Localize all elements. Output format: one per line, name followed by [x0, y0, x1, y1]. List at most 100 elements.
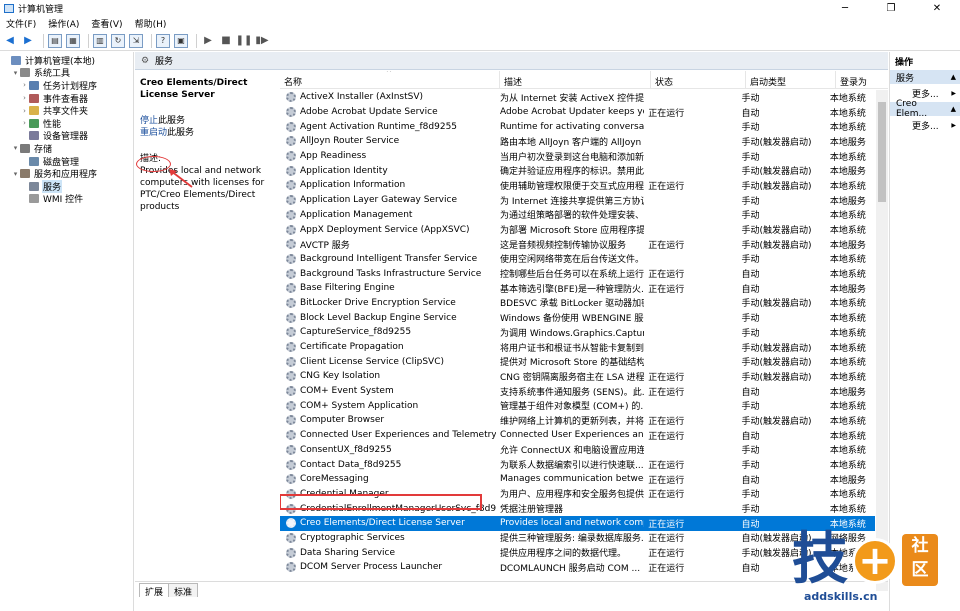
stop-service-link[interactable]: 停止	[140, 116, 158, 126]
service-name: Agent Activation Runtime_f8d9255	[280, 121, 496, 132]
tree-item[interactable]: ▾ 存储	[0, 142, 133, 155]
service-row[interactable]: BitLocker Drive Encryption Service BDESVC…	[280, 296, 875, 311]
service-row[interactable]: CoreMessaging Manages communication betwe…	[280, 472, 875, 487]
service-logon-as: 本地服务	[829, 284, 866, 295]
service-row[interactable]: Contact Data_f8d9255 为联系人数据编索引以进行快速联... 正在…	[280, 457, 875, 472]
menu-help[interactable]: 帮助(H)	[129, 17, 173, 30]
service-row[interactable]: Adobe Acrobat Update Service Adobe Acroba…	[280, 105, 875, 120]
service-row[interactable]: Connected User Experiences and Telemetry…	[280, 428, 875, 443]
service-name-text: Application Information	[300, 180, 406, 191]
service-status: 正在运行	[648, 284, 685, 295]
properties-icon[interactable]: ▥	[93, 33, 107, 48]
close-button[interactable]: ✕	[914, 0, 960, 16]
folder-up-icon[interactable]: ▤	[48, 33, 62, 48]
service-row[interactable]: AVCTP 服务 这是音频视频控制传输协议服务 正在运行 手动(触发器启动) 本地服务	[280, 237, 875, 252]
service-row[interactable]: DCOM Server Process Launcher DCOMLAUNCH 服…	[280, 560, 875, 575]
service-row[interactable]: Application Layer Gateway Service 为 Inter…	[280, 193, 875, 208]
service-row[interactable]: Cryptographic Services 提供三种管理服务: 编录数据库服务.…	[280, 531, 875, 546]
menu-file[interactable]: 文件(F)	[0, 17, 42, 30]
actions-more-1[interactable]: 更多... ▶	[890, 86, 960, 100]
service-row[interactable]: Computer Browser 维护网络上计算机的更新列表，并将... 正在运行 手…	[280, 413, 875, 428]
pause-icon[interactable]: ❚❚	[236, 34, 253, 48]
actions-more-2[interactable]: 更多... ▶	[890, 118, 960, 132]
service-row[interactable]: Client License Service (ClipSVC) 提供对 Micr…	[280, 354, 875, 369]
service-name: Data Sharing Service	[280, 547, 496, 558]
service-name: ConsentUX_f8d9255	[280, 444, 496, 455]
collapsed-arrow-icon[interactable]: ›	[20, 119, 29, 127]
service-row[interactable]: Background Tasks Infrastructure Service 控…	[280, 266, 875, 281]
service-name-text: ConsentUX_f8d9255	[300, 444, 392, 455]
play-icon[interactable]: ▶	[201, 34, 215, 48]
service-row[interactable]: CNG Key Isolation CNG 密钥隔离服务宿主在 LSA 进程...…	[280, 369, 875, 384]
service-row[interactable]: COM+ Event System 支持系统事件通知服务 (SENS)。此... 正…	[280, 384, 875, 399]
service-row[interactable]: Application Information 使用辅助管理权限便于交互式应用程.…	[280, 178, 875, 193]
tree-item[interactable]: 磁盘管理	[0, 155, 133, 168]
back-icon[interactable]: ◀	[3, 34, 17, 48]
tree-item[interactable]: › 共享文件夹	[0, 104, 133, 117]
tree-item[interactable]: ▾ 系统工具	[0, 67, 133, 79]
view-icon[interactable]: ▣	[174, 33, 188, 48]
restart-icon[interactable]: ▮▶	[255, 34, 269, 48]
tree-item[interactable]: 设备管理器	[0, 130, 133, 142]
console-tree-icon[interactable]: ▦	[66, 33, 80, 48]
service-row[interactable]: Agent Activation Runtime_f8d9255 Runtime …	[280, 119, 875, 134]
column-logon-as[interactable]: 登录为	[836, 71, 888, 88]
service-row[interactable]: Application Management 为通过组策略部署的软件处理安装、..…	[280, 208, 875, 223]
column-startup-type[interactable]: 启动类型	[746, 71, 836, 88]
menu-view[interactable]: 查看(V)	[85, 17, 128, 30]
refresh-icon[interactable]: ↻	[111, 33, 125, 48]
collapsed-arrow-icon[interactable]: ›	[20, 94, 29, 102]
export-icon[interactable]: ⇲	[129, 33, 143, 48]
tree-item[interactable]: › 事件查看器	[0, 92, 133, 105]
service-row[interactable]: Background Intelligent Transfer Service 使…	[280, 252, 875, 267]
service-row[interactable]: CaptureService_f8d9255 为调用 Windows.Graphi…	[280, 325, 875, 340]
tree-item[interactable]: WMI 控件	[0, 193, 133, 205]
service-name: BitLocker Drive Encryption Service	[280, 297, 496, 308]
expanded-arrow-icon[interactable]: ▾	[11, 69, 20, 77]
service-row[interactable]: AppX Deployment Service (AppXSVC) 为部署 Mic…	[280, 222, 875, 237]
service-row[interactable]: Data Sharing Service 提供应用程序之间的数据代理。 正在运行 手动…	[280, 545, 875, 560]
service-gear-icon	[286, 239, 296, 250]
toolbar-separator	[151, 33, 152, 48]
scrollbar-thumb[interactable]	[878, 102, 886, 202]
service-row[interactable]: ConsentUX_f8d9255 允许 ConnectUX 和电脑设置应用连..…	[280, 443, 875, 458]
service-row[interactable]: AllJoyn Router Service 路由本地 AllJoyn 客户端的 …	[280, 134, 875, 149]
expanded-arrow-icon[interactable]: ▾	[11, 144, 20, 152]
minimize-button[interactable]: ─	[822, 0, 868, 16]
help-icon[interactable]: ?	[156, 33, 170, 48]
expanded-arrow-icon[interactable]: ▾	[11, 170, 20, 178]
vertical-scrollbar[interactable]	[876, 90, 888, 591]
service-row[interactable]: Creo Elements/Direct License Server Provi…	[280, 515, 875, 531]
disk-icon	[29, 156, 39, 166]
actions-section-creo[interactable]: Creo Elem... ▲	[890, 99, 960, 119]
restart-service-link[interactable]: 重启动	[140, 128, 167, 138]
tree-item[interactable]: › 任务计划程序	[0, 79, 133, 92]
forward-icon[interactable]: ▶	[21, 34, 35, 48]
maximize-button[interactable]: ❐	[868, 0, 914, 16]
service-row[interactable]: COM+ System Application 管理基于组件对象模型 (COM+)…	[280, 398, 875, 413]
actions-section-services[interactable]: 服务 ▲	[890, 70, 960, 84]
service-row[interactable]: Application Identity 确定并验证应用程序的标识。禁用此... 手…	[280, 163, 875, 178]
service-gear-icon	[286, 92, 296, 103]
service-row[interactable]: Block Level Backup Engine Service Windows…	[280, 310, 875, 325]
column-description[interactable]: 描述	[500, 71, 651, 88]
tree-item[interactable]: 服务	[0, 179, 133, 193]
tree-item[interactable]: › 性能	[0, 117, 133, 130]
column-name[interactable]: 名称 ^	[280, 71, 500, 88]
column-status[interactable]: 状态	[651, 71, 746, 88]
tree-item[interactable]: ▾ 服务和应用程序	[0, 167, 133, 180]
service-name: Certificate Propagation	[280, 342, 496, 353]
service-name: Creo Elements/Direct License Server	[280, 518, 496, 529]
tab-extended[interactable]: 扩展	[139, 583, 170, 598]
service-row[interactable]: ActiveX Installer (AxInstSV) 为从 Internet …	[280, 90, 875, 105]
service-row[interactable]: Base Filtering Engine 基本筛选引擎(BFE)是一种管理防火.…	[280, 281, 875, 296]
tab-standard[interactable]: 标准	[168, 583, 199, 598]
tree-item[interactable]: 计算机管理(本地)	[0, 54, 133, 67]
collapsed-arrow-icon[interactable]: ›	[20, 81, 29, 89]
stop-icon[interactable]: ■	[219, 34, 233, 48]
watermark-plus-icon: +	[852, 538, 898, 584]
collapsed-arrow-icon[interactable]: ›	[20, 107, 29, 115]
menu-action[interactable]: 操作(A)	[42, 17, 85, 30]
service-row[interactable]: Certificate Propagation 将用户证书和根证书从智能卡复制到.…	[280, 340, 875, 355]
service-row[interactable]: App Readiness 当用户初次登录到这台电脑和添加新... 手动 本地系统	[280, 149, 875, 164]
